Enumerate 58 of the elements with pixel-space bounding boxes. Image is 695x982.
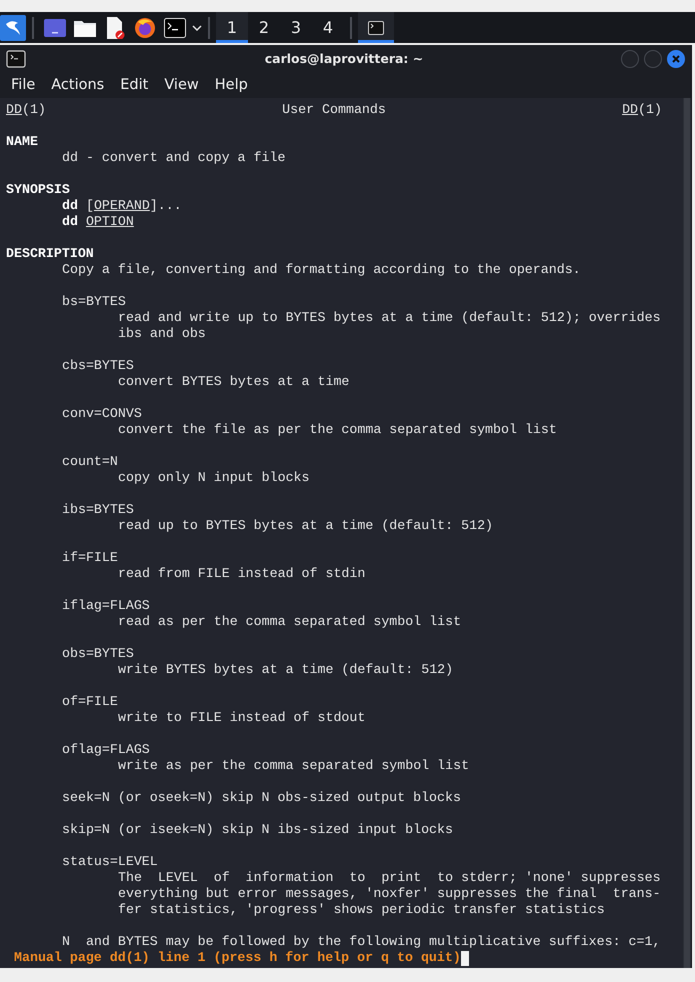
text-line: bs=BYTES	[62, 294, 126, 310]
text-line: convert the file as per the comma separated symbol list	[118, 422, 557, 438]
menu-item[interactable]: Help	[206, 77, 256, 93]
text-line: read and write up to BYTES bytes at a time (default: 512); overrides	[118, 310, 661, 326]
workspace-tab[interactable]: 3	[280, 12, 312, 43]
text-line: ibs and obs	[118, 326, 206, 342]
text-line: seek=N (or oseek=N) skip N obs-sized output blocks	[62, 790, 461, 806]
text-line: status=LEVEL	[62, 854, 158, 870]
text-line: iflag=FLAGS	[62, 598, 150, 614]
menu-item[interactable]: Actions	[43, 77, 112, 93]
close-icon	[672, 54, 680, 62]
text-line: convert BYTES bytes at a time	[118, 374, 350, 390]
cursor	[460, 950, 469, 966]
workspace-tab[interactable]: 4	[312, 12, 344, 43]
text-line: count=N	[62, 454, 118, 470]
page-name: DD(1)	[6, 102, 46, 118]
section-heading: NAME	[6, 134, 38, 150]
text-line: dd OPTION	[62, 214, 134, 230]
text-line: dd - convert and copy a file	[62, 150, 286, 166]
text-line: conv=CONVS	[62, 406, 142, 422]
dragon-logo-icon[interactable]	[0, 14, 26, 40]
text-line: The LEVEL of information to print to stderr; 'none' suppresses	[118, 870, 661, 886]
text-line: read from FILE instead of stdin	[118, 566, 366, 582]
terminal-icon	[368, 20, 384, 34]
text-line: oflag=FLAGS	[62, 742, 150, 758]
text-line: write BYTES bytes at a time (default: 512)	[118, 662, 454, 678]
workspace-tab[interactable]: 2	[248, 12, 280, 43]
text-line: write to FILE instead of stdout	[118, 710, 366, 726]
text-line: N and BYTES may be followed by the following multiplicative suffixes: c=1,	[62, 934, 660, 950]
section-title: User Commands	[282, 102, 386, 118]
text-line: obs=BYTES	[62, 646, 134, 662]
menu-item[interactable]: View	[156, 77, 207, 93]
text-line: of=FILE	[62, 694, 118, 710]
text-line: read as per the comma separated symbol list	[118, 614, 462, 630]
page-name: DD(1)	[622, 102, 662, 118]
workspace-tab[interactable]: 1	[216, 12, 248, 43]
terminal-icon	[6, 50, 26, 68]
window-title: carlos@laprovittera: ~	[264, 51, 424, 66]
text-line: copy only N input blocks	[118, 470, 310, 486]
menu-item[interactable]: File	[3, 77, 44, 93]
text-line: skip=N (or iseek=N) skip N ibs-sized input blocks	[62, 822, 453, 838]
text-line: fer statistics, 'progress' shows periodic transfer statistics	[118, 902, 605, 918]
text-line: if=FILE	[62, 550, 118, 566]
text-line: cbs=BYTES	[62, 358, 134, 374]
text-line: read up to BYTES bytes at a time (default: 512)	[118, 518, 494, 534]
text-line: dd [OPERAND]...	[62, 198, 182, 214]
text-line: Copy a file, converting and formatting according to the operands.	[62, 262, 581, 278]
menu-item[interactable]: Edit	[112, 77, 156, 93]
section-heading: DESCRIPTION	[6, 246, 94, 262]
close-button[interactable]	[667, 50, 685, 68]
pager-status: Manual page dd(1) line 1 (press h for help or q to quit)	[14, 950, 461, 966]
task-button[interactable]	[358, 12, 394, 43]
chevron-down-icon[interactable]	[192, 24, 202, 30]
scrollbar[interactable]	[684, 98, 690, 968]
section-heading: SYNOPSIS	[6, 182, 70, 198]
text-line: write as per the comma separated symbol list	[118, 758, 470, 774]
text-line: ibs=BYTES	[62, 502, 134, 518]
text-line: everything but error messages, 'noxfer' suppresses the final trans-	[118, 886, 661, 902]
